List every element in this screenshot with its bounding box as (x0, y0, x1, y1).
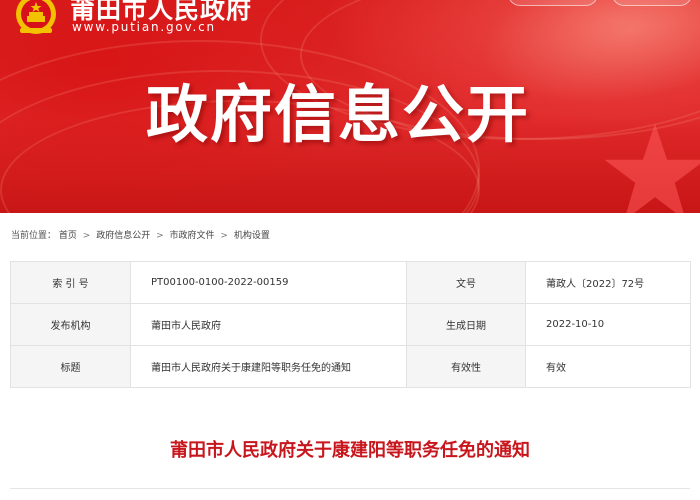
breadcrumb-item-home[interactable]: 首页 (59, 231, 77, 241)
table-row: 索 引 号 PT00100-0100-2022-00159 文号 莆政人〔202… (10, 261, 691, 304)
breadcrumb: 当前位置： 首页 > 政府信息公开 > 市政府文件 > 机构设置 (11, 228, 270, 241)
breadcrumb-separator: > (82, 231, 91, 241)
table-row: 发布机构 莆田市人民政府 生成日期 2022-10-10 (10, 303, 691, 346)
validity-label: 有效性 (406, 345, 526, 388)
national-emblem-icon (16, 0, 56, 34)
breadcrumb-item-organization[interactable]: 机构设置 (234, 231, 270, 241)
publisher-label: 发布机构 (10, 303, 131, 346)
breadcrumb-separator: > (156, 231, 164, 241)
divider (10, 488, 690, 489)
title-value: 莆田市人民政府关于康建阳等职务任免的通知 (130, 345, 407, 388)
site-domain: www.putian.gov.cn (72, 20, 216, 34)
breadcrumb-item-info-disclosure[interactable]: 政府信息公开 (96, 231, 150, 241)
created-date-label: 生成日期 (406, 303, 526, 346)
banner-title: 政府信息公开 (146, 78, 531, 151)
article-title: 莆田市人民政府关于康建阳等职务任免的通知 (170, 440, 530, 461)
header-banner: 莆田市人民政府 www.putian.gov.cn 政府信息公开 (0, 0, 700, 213)
breadcrumb-separator: > (220, 231, 228, 241)
header-top-button[interactable] (508, 0, 598, 6)
document-number-label: 文号 (406, 261, 526, 304)
star-icon (604, 123, 700, 213)
document-info-table: 索 引 号 PT00100-0100-2022-00159 文号 莆政人〔202… (10, 261, 691, 388)
validity-value: 有效 (525, 345, 691, 388)
created-date-value: 2022-10-10 (525, 303, 691, 346)
breadcrumb-prefix: 当前位置： (11, 231, 57, 241)
publisher-value: 莆田市人民政府 (130, 303, 407, 346)
header-top-button[interactable] (612, 0, 692, 6)
index-number-value: PT00100-0100-2022-00159 (130, 261, 407, 304)
title-label: 标题 (10, 345, 131, 388)
index-number-label: 索 引 号 (10, 261, 131, 304)
table-row: 标题 莆田市人民政府关于康建阳等职务任免的通知 有效性 有效 (10, 345, 691, 388)
document-number-value: 莆政人〔2022〕72号 (525, 261, 691, 304)
breadcrumb-item-city-documents[interactable]: 市政府文件 (170, 231, 215, 241)
